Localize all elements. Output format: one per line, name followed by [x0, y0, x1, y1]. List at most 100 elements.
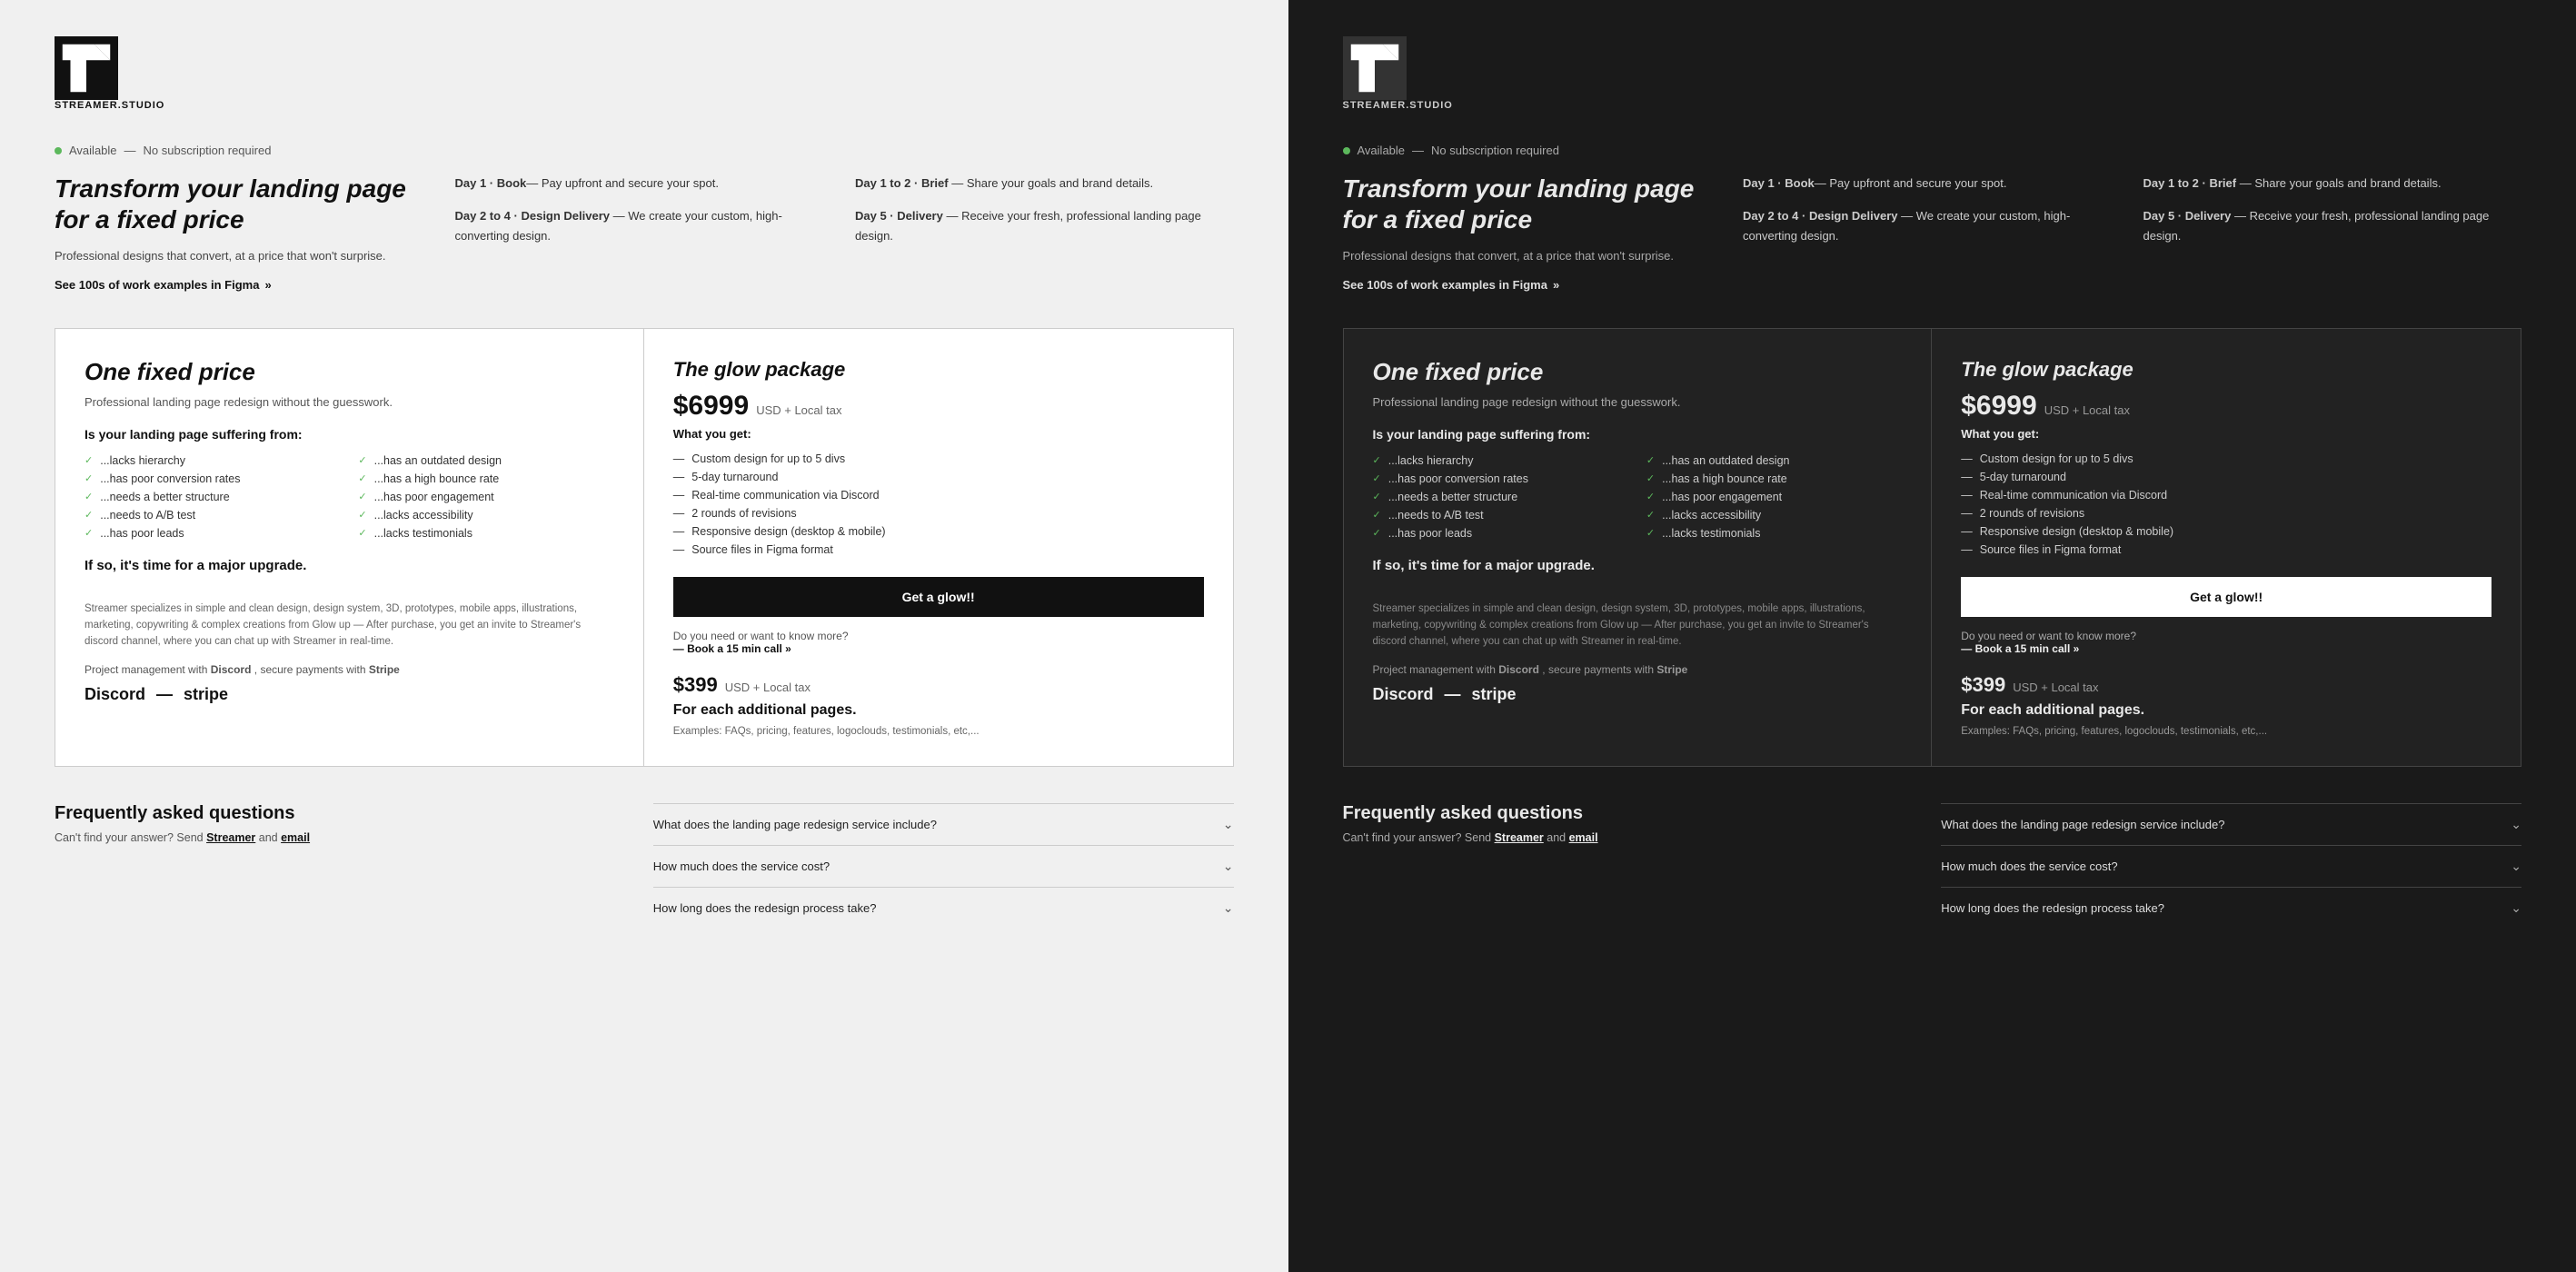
dark-brand-dash: — [1445, 685, 1461, 704]
dash-4: — [673, 507, 685, 520]
no-subscription-label: No subscription required [144, 144, 272, 157]
dark-feature-label-4: 2 rounds of revisions [1980, 507, 2084, 520]
book-call-link[interactable]: — Book a 15 min call » [673, 642, 791, 655]
dark-cta-button[interactable]: Get a glow!! [1961, 577, 2491, 617]
check-label-5: ...has poor leads [100, 527, 184, 540]
dark-check-label-8: ...has poor engagement [1662, 491, 1782, 503]
dark-feature-3: —Real-time communication via Discord [1961, 486, 2491, 504]
dark-faq-item-2[interactable]: How much does the service cost? ⌄ [1941, 845, 2521, 887]
process-col-2: Day 1 to 2 · Brief — Share your goals an… [855, 174, 1234, 292]
faq-left: Frequently asked questions Can't find yo… [55, 803, 635, 929]
feature-label-2: 5-day turnaround [691, 471, 778, 483]
hero-title: Transform your landing page for a fixed … [55, 174, 433, 234]
dark-pm-pre: Project management with [1373, 663, 1496, 676]
check-label-1: ...lacks hierarchy [100, 454, 185, 467]
dark-book-call-link[interactable]: — Book a 15 min call » [1961, 642, 2079, 655]
check-item-6: ✓...has an outdated design [358, 454, 613, 467]
dark-faq-item-1[interactable]: What does the landing page redesign serv… [1941, 803, 2521, 845]
dark-brand-discord: Discord [1373, 685, 1434, 704]
dark-check-item-5: ✓...has poor leads [1373, 527, 1628, 540]
know-more: Do you need or want to know more? — Book… [673, 630, 1204, 655]
dark-pm-stripe: Stripe [1656, 663, 1687, 676]
dark-brand-row: Discord — stripe [1373, 685, 1903, 704]
faq-item-2[interactable]: How much does the service cost? ⌄ [653, 845, 1234, 887]
dark-feature-label-5: Responsive design (desktop & mobile) [1980, 525, 2173, 538]
dark-check-icon-6: ✓ [1646, 454, 1655, 466]
available-label: Available [69, 144, 117, 157]
feature-2: —5-day turnaround [673, 468, 1204, 486]
dark-streamer-link[interactable]: Streamer [1495, 831, 1544, 844]
faq-grid: Frequently asked questions Can't find yo… [55, 803, 1234, 929]
faq-subtitle: Can't find your answer? Send Streamer an… [55, 831, 635, 844]
dark-check-item-6: ✓ ...has an outdated design [1646, 454, 1902, 467]
pm-pre: Project management with [85, 663, 207, 676]
pricing-right: The glow package $6999 USD + Local tax W… [644, 329, 1233, 766]
dark-feature-2: —5-day turnaround [1961, 468, 2491, 486]
dark-check-item-3: ✓...needs a better structure [1373, 491, 1628, 503]
day1-book-bold: Day 1 · Book [455, 176, 527, 190]
day1-brief-text: — Share your goals and brand details. [949, 176, 1153, 190]
check-icon-7: ✓ [358, 472, 366, 484]
pm-text: Project management with Discord , secure… [85, 663, 614, 676]
dark-check-icon-2: ✓ [1373, 472, 1381, 484]
feature-list: —Custom design for up to 5 divs —5-day t… [673, 450, 1204, 559]
dark-feature-label-2: 5-day turnaround [1980, 471, 2066, 483]
process-col-1: Day 1 · Book— Pay upfront and secure you… [455, 174, 834, 292]
check-item-7: ✓...has a high bounce rate [358, 472, 613, 485]
check-icon-6: ✓ [358, 454, 366, 466]
dark-dash-6: — [1961, 543, 1973, 556]
feature-5: —Responsive design (desktop & mobile) [673, 522, 1204, 541]
dark-faq-title: Frequently asked questions [1343, 803, 1924, 824]
brand-dash: — [156, 685, 173, 704]
dark-email-link[interactable]: email [1569, 831, 1598, 844]
check-icon-10: ✓ [358, 527, 366, 539]
feature-label-3: Real-time communication via Discord [691, 489, 879, 502]
cta-button[interactable]: Get a glow!! [673, 577, 1204, 617]
streamer-link[interactable]: Streamer [206, 831, 255, 844]
dark-price-suffix: USD + Local tax [2044, 403, 2130, 417]
package-title: The glow package [673, 358, 1204, 382]
feature-label-6: Source files in Figma format [691, 543, 833, 556]
dark-check-item-4: ✓...needs to A/B test [1373, 509, 1628, 522]
dark-additional-title: For each additional pages. [1961, 702, 2491, 719]
dark-faq-chevron-1: ⌄ [2511, 817, 2521, 832]
dark-check-icon-10: ✓ [1646, 527, 1655, 539]
dark-dash-4: — [1961, 507, 1973, 520]
dark-know-more-text: Do you need or want to know more? [1961, 630, 2491, 642]
dark-check-icon-8: ✓ [1646, 491, 1655, 502]
dark-brand-stripe: stripe [1472, 685, 1517, 704]
check-label-3: ...needs a better structure [100, 491, 229, 503]
additional-price-suffix: USD + Local tax [725, 681, 811, 694]
faq-item-1[interactable]: What does the landing page redesign serv… [653, 803, 1234, 845]
check-item-1: ✓...lacks hierarchy [85, 454, 340, 467]
dark-pm-discord: Discord [1498, 663, 1539, 676]
dark-check-label-6: ...has an outdated design [1662, 454, 1789, 467]
check-icon-5: ✓ [85, 527, 93, 539]
dark-no-subscription-label: No subscription required [1431, 144, 1559, 157]
day1-book-text: — Pay upfront and secure your spot. [526, 176, 719, 190]
dash-5: — [673, 525, 685, 538]
footer-text: Streamer specializes in simple and clean… [85, 601, 614, 651]
logo-icon [55, 36, 118, 100]
pm-stripe: Stripe [369, 663, 400, 676]
dark-day2-delivery-bold: Day 2 to 4 · Design Delivery [1743, 209, 1898, 223]
dark-faq-item-3[interactable]: How long does the redesign process take?… [1941, 887, 2521, 929]
dark-check-item-8: ✓ ...has poor engagement [1646, 491, 1902, 503]
dark-day1-brief-bold: Day 1 to 2 · Brief [2143, 176, 2237, 190]
email-link[interactable]: email [281, 831, 310, 844]
dark-check-label-5: ...has poor leads [1388, 527, 1472, 540]
dark-faq-chevron-3: ⌄ [2511, 900, 2521, 916]
dark-pricing-title: One fixed price [1373, 358, 1903, 386]
dark-process-col-1: Day 1 · Book— Pay upfront and secure you… [1743, 174, 2122, 292]
dark-feature-6: —Source files in Figma format [1961, 541, 2491, 559]
dark-hero-link[interactable]: See 100s of work examples in Figma » [1343, 278, 1722, 292]
dark-pricing-left: One fixed price Professional landing pag… [1344, 329, 1933, 766]
dark-dash-5: — [1961, 525, 1973, 538]
brand-row: Discord — stripe [85, 685, 614, 704]
hero-subtitle: Professional designs that convert, at a … [55, 247, 433, 265]
additional-examples: Examples: FAQs, pricing, features, logoc… [673, 726, 1204, 737]
hero-link[interactable]: See 100s of work examples in Figma » [55, 278, 433, 292]
dark-dash-1: — [1961, 452, 1973, 465]
available-dot [55, 147, 62, 154]
faq-item-3[interactable]: How long does the redesign process take?… [653, 887, 1234, 929]
